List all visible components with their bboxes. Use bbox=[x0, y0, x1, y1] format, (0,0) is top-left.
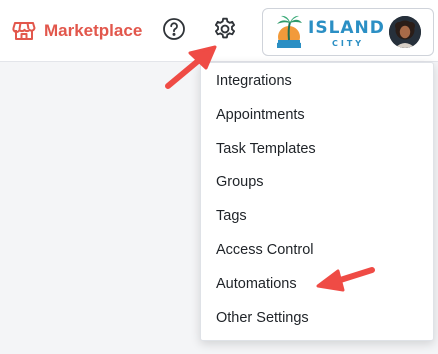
storefront-icon bbox=[12, 19, 36, 43]
brand-subname: CITY bbox=[332, 39, 365, 48]
user-avatar[interactable] bbox=[389, 16, 421, 48]
menu-item-task-templates[interactable]: Task Templates bbox=[201, 133, 433, 167]
menu-item-groups[interactable]: Groups bbox=[201, 166, 433, 200]
annotation-arrow-settings bbox=[165, 45, 217, 89]
marketplace-link[interactable]: Marketplace bbox=[12, 18, 142, 44]
account-switcher[interactable]: ISLAND CITY bbox=[262, 8, 434, 56]
marketplace-label: Marketplace bbox=[44, 21, 143, 40]
settings-dropdown-menu: Integrations Appointments Task Templates… bbox=[200, 62, 434, 341]
brand-name: ISLAND bbox=[308, 18, 385, 38]
menu-item-appointments[interactable]: Appointments bbox=[201, 99, 433, 133]
menu-item-integrations[interactable]: Integrations bbox=[201, 65, 433, 99]
menu-item-other-settings[interactable]: Other Settings bbox=[201, 302, 433, 336]
annotation-arrow-automations bbox=[316, 267, 375, 292]
menu-item-tags[interactable]: Tags bbox=[201, 200, 433, 234]
palm-island-icon bbox=[277, 15, 302, 48]
brand-logo: ISLAND CITY bbox=[272, 13, 392, 53]
